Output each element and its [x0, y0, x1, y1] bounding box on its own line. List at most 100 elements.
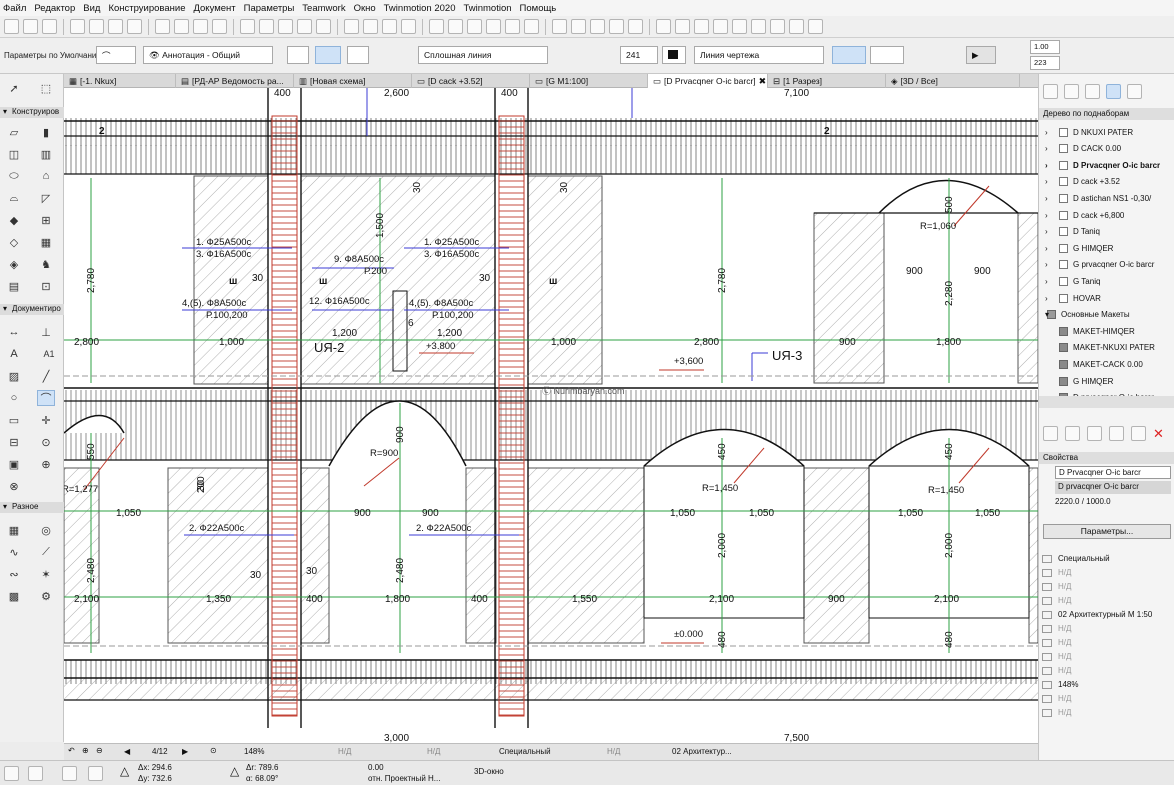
zoom-in-icon[interactable]: ⊕ — [82, 746, 89, 755]
menu-view[interactable]: Вид — [83, 3, 100, 14]
tree-item[interactable]: › D CACK 0.00 — [1039, 141, 1169, 157]
chevron-icon[interactable]: › — [1045, 211, 1048, 220]
chevron-icon[interactable]: › — [1045, 128, 1048, 137]
line-type-select[interactable]: Сплошная линия — [418, 46, 548, 64]
worksheet-tool-icon[interactable]: ▣ — [5, 456, 23, 472]
magic-wand-icon[interactable] — [42, 19, 57, 34]
undo-zoom-icon[interactable]: ↶ — [68, 746, 75, 755]
delta-r[interactable]: Δr: 789.6 — [246, 763, 278, 772]
model-view-icon[interactable] — [193, 19, 208, 34]
zoom-out-icon[interactable]: ⊖ — [96, 746, 103, 755]
pen-number-field[interactable]: 241 — [620, 46, 658, 64]
layer-select[interactable]: 👁 Аннотация - Общий — [143, 46, 273, 64]
tree-scrollbar[interactable] — [1039, 396, 1174, 408]
tree-item[interactable]: › D cack +6,800 — [1039, 207, 1169, 223]
drawing-canvas[interactable]: 400 2,600 400 7,100 2 2 3,000 7,500 2,78… — [64, 88, 1038, 743]
spline-tool-icon[interactable]: ∿ — [5, 544, 23, 560]
value-bottom-field[interactable]: 223 — [1030, 56, 1060, 70]
shape-rotated-button[interactable] — [347, 46, 369, 64]
chevron-icon[interactable]: › — [1045, 177, 1048, 186]
text-tool-icon[interactable]: A — [5, 346, 23, 362]
preset-label[interactable]: Параметры по Умолчанию — [4, 51, 102, 60]
new-subset-icon[interactable] — [1043, 426, 1058, 441]
tree-folder[interactable]: ▾ Основные Макеты — [1039, 307, 1169, 323]
chevron-icon[interactable]: › — [1045, 227, 1048, 236]
view-map-icon[interactable] — [1064, 83, 1079, 99]
measure-icon[interactable] — [628, 19, 643, 34]
new-master-icon[interactable] — [1087, 426, 1102, 441]
distribute-icon[interactable] — [401, 19, 416, 34]
prop-row[interactable]: Н/Д — [1039, 706, 1174, 719]
play-arrow-icon[interactable]: ▶ — [966, 46, 996, 64]
find-select-icon[interactable] — [609, 19, 624, 34]
chevron-icon[interactable]: › — [1045, 161, 1048, 170]
organizer-icon[interactable] — [770, 19, 785, 34]
tree-item[interactable]: › HOVAR — [1039, 290, 1169, 306]
marquee-tool-icon[interactable]: ⬚ — [37, 80, 55, 96]
publish-icon[interactable] — [429, 19, 444, 34]
curtain-wall-tool-icon[interactable]: ▦ — [37, 234, 55, 250]
marquee-icon[interactable] — [23, 19, 38, 34]
delta-y[interactable]: Δy: 732.6 — [138, 774, 172, 783]
tree-item[interactable]: › D Taniq — [1039, 224, 1169, 240]
delta-x[interactable]: Δx: 294.6 — [138, 763, 172, 772]
image-tool-icon[interactable]: ▩ — [5, 588, 23, 604]
menu-design[interactable]: Конструирование — [108, 3, 185, 14]
chevron-icon[interactable]: ▾ — [1045, 310, 1049, 319]
section-icon[interactable] — [675, 19, 690, 34]
railing-tool-icon[interactable]: ⊞ — [37, 212, 55, 228]
object-tool-icon[interactable]: ♞ — [37, 256, 55, 272]
morph-tool-icon[interactable]: ◇ — [5, 234, 23, 250]
menu-document[interactable]: Документ — [193, 3, 235, 14]
chevron-icon[interactable]: › — [1045, 260, 1048, 269]
drawing-tool-icon[interactable]: ▭ — [5, 412, 23, 428]
menu-twinmotion2020[interactable]: Twinmotion 2020 — [384, 3, 456, 14]
zoom-icon[interactable]: ⊙ — [210, 746, 217, 755]
prop-row[interactable]: Н/Д — [1039, 664, 1174, 677]
cut-icon[interactable] — [552, 19, 567, 34]
tree-layout[interactable]: MAKET-HIMQER — [1039, 323, 1169, 339]
menu-twinmotion[interactable]: Twinmotion — [463, 3, 511, 14]
tree-item[interactable]: › G Taniq — [1039, 273, 1169, 289]
roof-tool-icon[interactable]: ⌓ — [5, 190, 23, 206]
tree-layout[interactable]: MAKET-NKUXI PATER — [1039, 340, 1169, 356]
section-misc[interactable]: Разное — [0, 502, 64, 513]
snap-guide-icon[interactable] — [28, 766, 43, 781]
bring-front-icon[interactable] — [344, 19, 359, 34]
prop-row[interactable]: Н/Д — [1039, 594, 1174, 607]
section-tool-icon[interactable]: ⊟ — [5, 434, 23, 450]
renovation-icon[interactable] — [212, 19, 227, 34]
tree-item[interactable]: › D NKUXI PATER — [1039, 124, 1169, 140]
relative-icon[interactable] — [62, 766, 77, 781]
menu-file[interactable]: Файл — [3, 3, 26, 14]
group-icon[interactable] — [240, 19, 255, 34]
render-icon[interactable] — [732, 19, 747, 34]
undo-icon[interactable] — [505, 19, 520, 34]
detail-tool-icon[interactable]: ⊕ — [37, 456, 55, 472]
guideline-icon[interactable] — [108, 19, 123, 34]
camera-tool-icon[interactable]: ◎ — [37, 522, 55, 538]
slab-tool-icon[interactable]: ⬭ — [5, 168, 23, 184]
prop-row[interactable]: Н/Д — [1039, 622, 1174, 635]
unlock-icon[interactable] — [316, 19, 331, 34]
geometry-method-button[interactable]: ⌒ — [96, 46, 136, 64]
arc-tool-icon[interactable]: ⌒ — [37, 390, 55, 406]
send-back-icon[interactable] — [363, 19, 378, 34]
prop-row[interactable]: Н/Д — [1039, 650, 1174, 663]
floor-plan-icon[interactable] — [656, 19, 671, 34]
layout-book-icon[interactable] — [1085, 83, 1100, 99]
next-page-icon[interactable]: ▶ — [182, 747, 188, 756]
window-tool-icon[interactable]: ▥ — [37, 146, 55, 162]
lamp-tool-icon[interactable]: ⊡ — [37, 278, 55, 294]
twinmotion-icon[interactable] — [808, 19, 823, 34]
tab-3d[interactable]: ◈ [3D / Все] — [886, 74, 1020, 88]
chevron-icon[interactable]: › — [1045, 294, 1048, 303]
arc-mode-alt-button[interactable] — [870, 46, 904, 64]
publisher-icon[interactable] — [1106, 83, 1121, 99]
arc-mode-button[interactable] — [832, 46, 866, 64]
grid-toggle-icon[interactable] — [4, 766, 19, 781]
teamwork-icon[interactable] — [789, 19, 804, 34]
settings-icon[interactable] — [1109, 426, 1124, 441]
line-tool-icon[interactable]: ╱ — [37, 368, 55, 384]
elevation-value[interactable]: 0.00 — [368, 763, 384, 772]
